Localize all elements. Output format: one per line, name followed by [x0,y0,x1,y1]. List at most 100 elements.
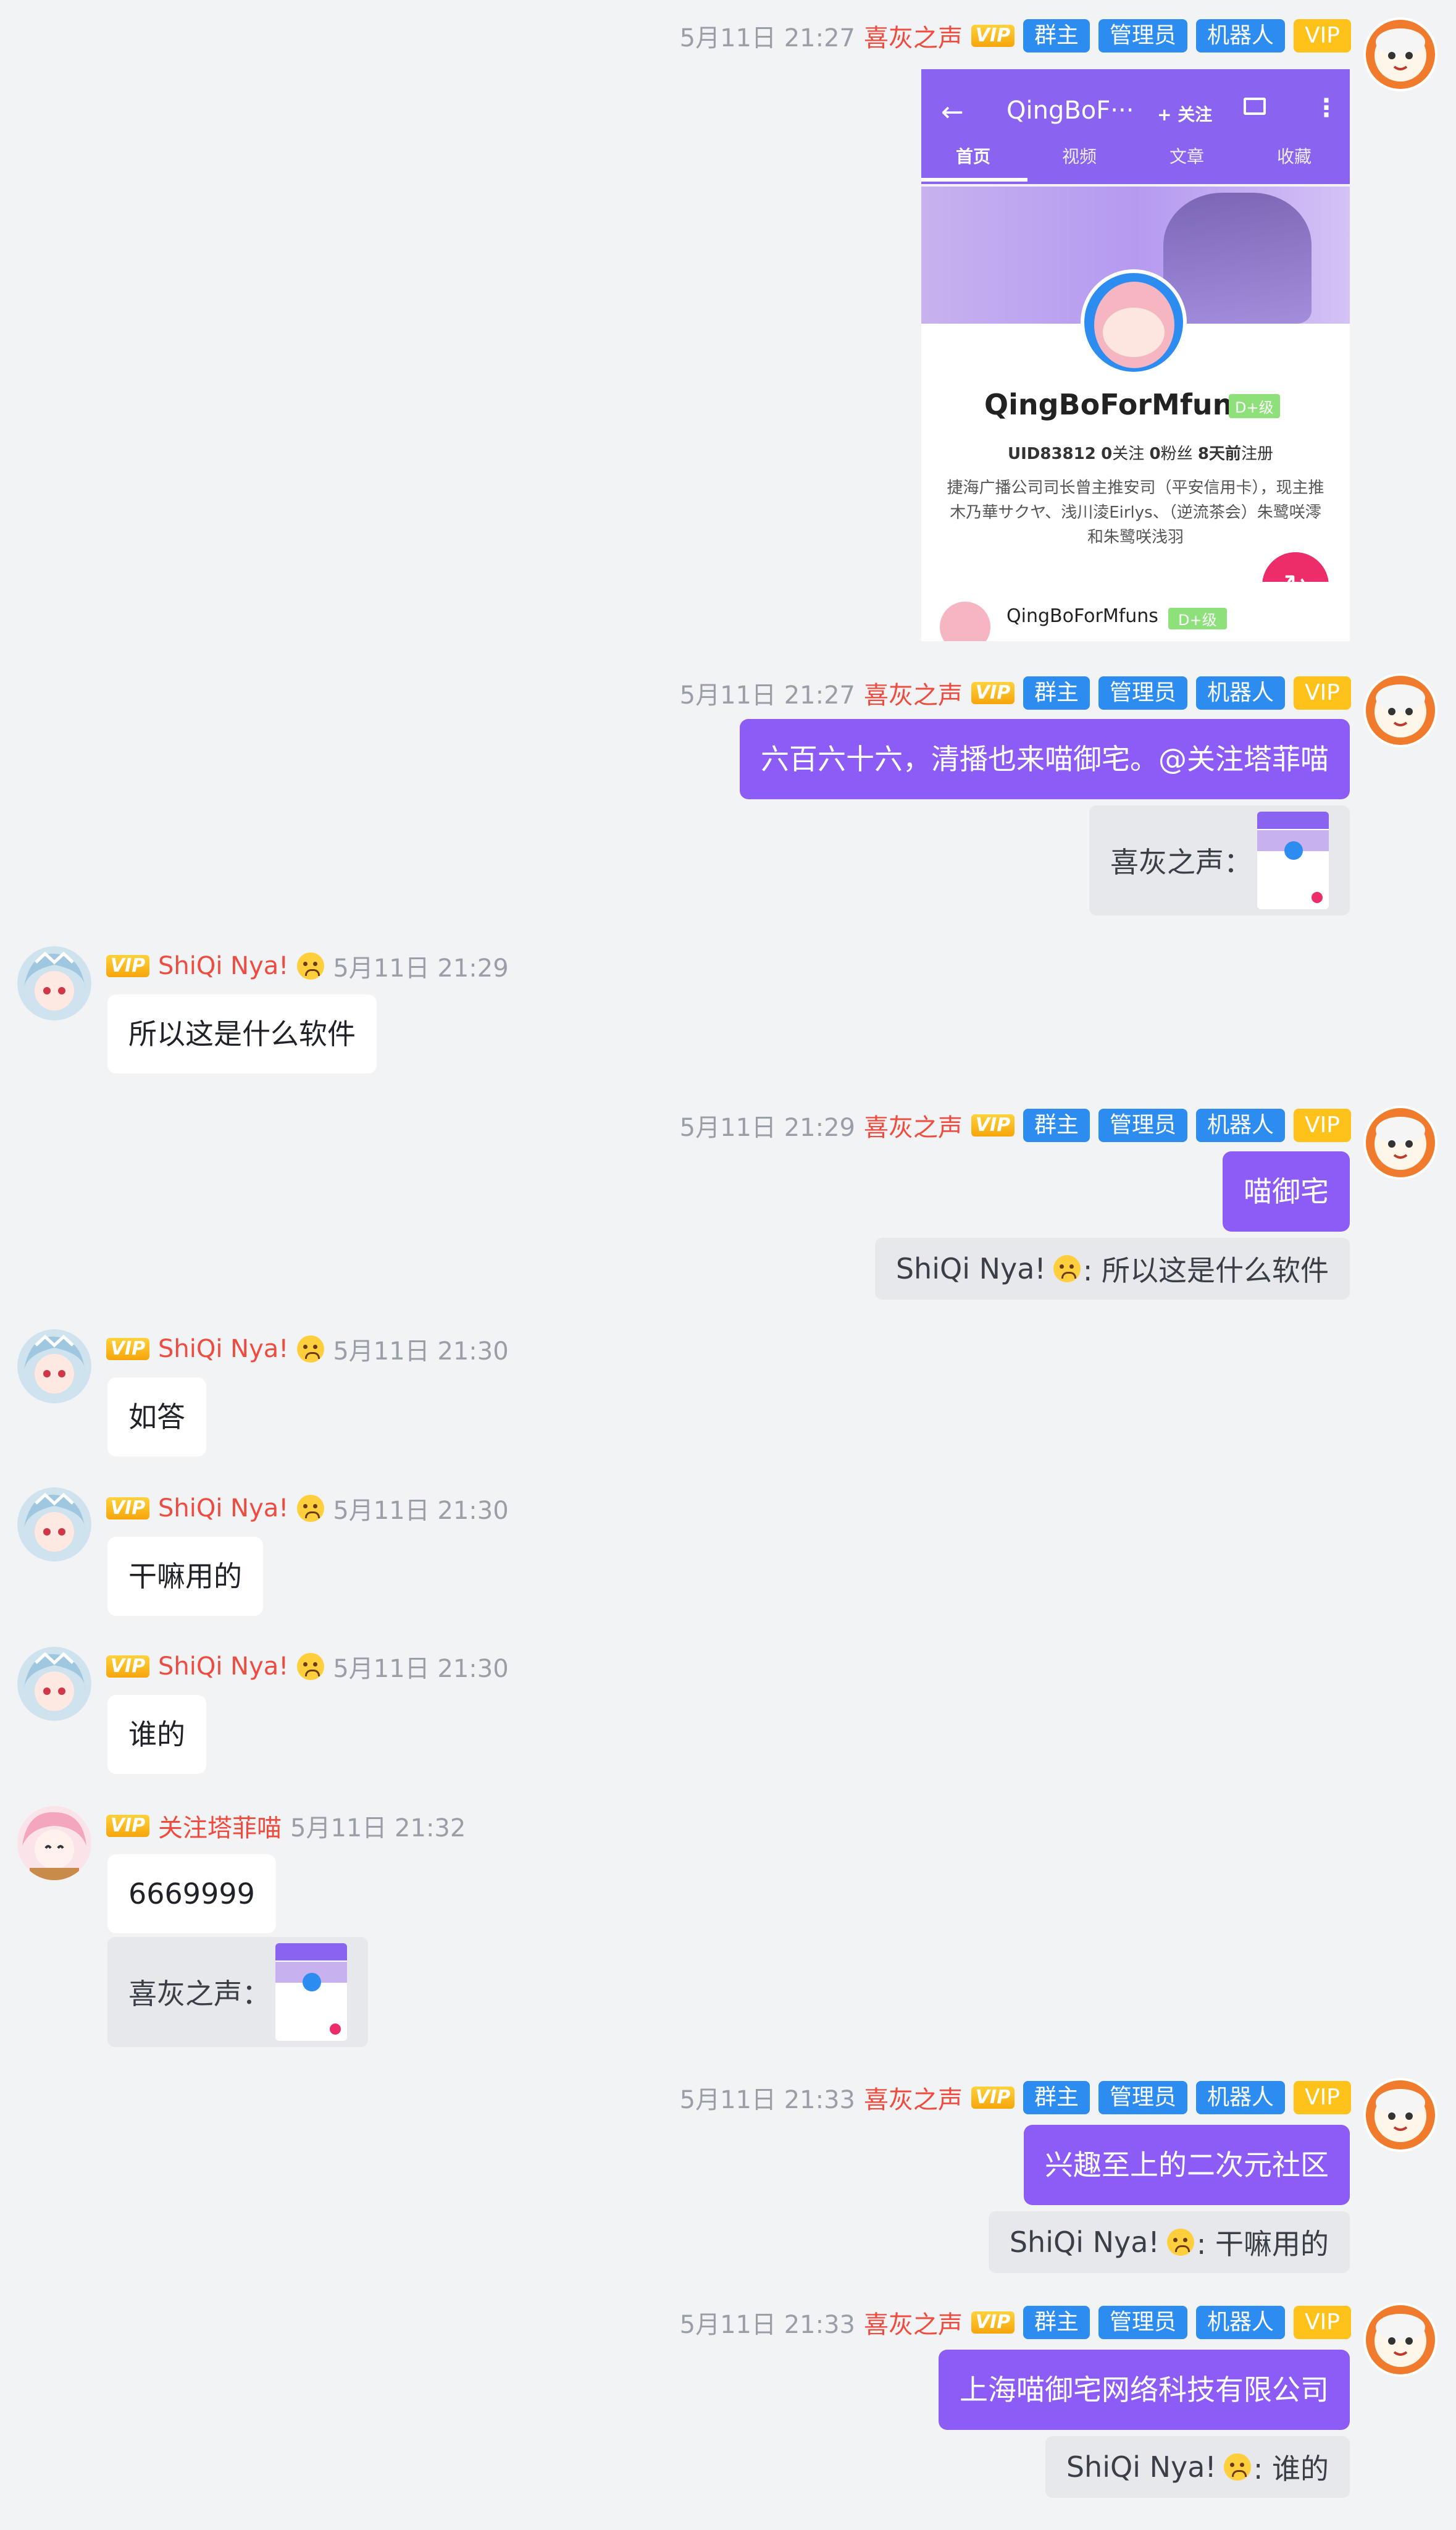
fans-label: 粉丝 [1160,445,1193,463]
message-bubble[interactable]: 所以这是什么软件 [107,994,377,1074]
message-bubble[interactable]: 兴趣至上的二次元社区 [1024,2125,1350,2205]
cat-emoji-icon [1053,1255,1081,1282]
level-badge: D+级 [1229,394,1280,418]
admin-tag: 管理员 [1098,2081,1188,2114]
profile-avatar [1081,269,1187,376]
message-time: 5月11日 21:29 [333,954,509,983]
message-meta: VIP ShiQi Nya! 5月11日 21:30 [106,1648,509,1685]
sender-name[interactable]: ShiQi Nya! [158,952,288,980]
profile-stats: UID83812 0关注 0粉丝 8天前注册 [1008,441,1273,464]
message-meta: 5月11日 21:33 喜灰之声 VIP 群主 管理员 机器人 VIP [680,2304,1351,2341]
sender-name[interactable]: 喜灰之声 [864,2080,963,2116]
message-time: 5月11日 21:32 [290,1814,466,1843]
vip-tag: VIP [1294,2081,1351,2114]
admin-tag: 管理员 [1098,2306,1188,2339]
sender-name[interactable]: 喜灰之声 [864,675,963,711]
quote-reply[interactable]: 喜灰之声： [1089,805,1350,915]
following-label: 关注 [1112,445,1145,463]
quote-sender: ShiQi Nya! [895,1252,1046,1285]
message-time: 5月11日 21:27 [679,681,855,710]
registered-days: 8天前 [1197,445,1241,463]
bot-tag: 机器人 [1196,19,1286,53]
vip-icon: VIP [971,682,1015,704]
message-meta: VIP 关注塔菲喵 5月11日 21:32 [106,1807,466,1844]
screenshot-tab: 文章 [1169,146,1205,167]
follow-button: + 关注 [1157,104,1213,125]
message-meta: 5月11日 21:29 喜灰之声 VIP 群主 管理员 机器人 VIP [680,1107,1351,1144]
avatar-xihui[interactable] [1363,673,1437,747]
quote-sender: ShiQi Nya! [1009,2225,1160,2259]
avatar-xihui[interactable] [1363,17,1437,91]
shared-screenshot[interactable]: ← QingBoF··· + 关注 ⋮ 首页 视频 文章 收藏 QingBoFo… [921,69,1350,641]
vip-icon: VIP [106,955,149,977]
quote-text: : 所以这是什么软件 [1082,1254,1329,1287]
sender-name[interactable]: ShiQi Nya! [158,1494,288,1523]
vip-icon: VIP [971,25,1015,47]
message-time: 5月11日 21:33 [679,2086,855,2114]
message-time: 5月11日 21:27 [679,24,855,53]
quote-reply[interactable]: ShiQi Nya! : 所以这是什么软件 [874,1238,1350,1300]
banner-character [1163,193,1312,324]
cat-emoji-icon [297,952,325,980]
admin-tag: 管理员 [1098,19,1188,53]
bot-tag: 机器人 [1196,1109,1286,1142]
message-time: 5月11日 21:29 [679,1114,855,1142]
avatar-xihui[interactable] [1363,2078,1437,2152]
message-meta: 5月11日 21:33 喜灰之声 VIP 群主 管理员 机器人 VIP [680,2079,1351,2116]
sender-name[interactable]: ShiQi Nya! [158,1652,288,1681]
user-card-level: D+级 [1168,608,1227,629]
sender-name[interactable]: 喜灰之声 [864,18,963,54]
quote-text: : 干嘛用的 [1196,2227,1329,2261]
sender-name[interactable]: ShiQi Nya! [158,1335,288,1363]
owner-tag: 群主 [1023,2306,1090,2339]
message-bubble[interactable]: 六百六十六，清播也来喵御宅。@关注塔菲喵 [740,719,1350,799]
owner-tag: 群主 [1023,19,1090,53]
back-arrow-icon: ← [941,96,964,128]
message-meta: 5月11日 21:27 喜灰之声 VIP 群主 管理员 机器人 VIP [680,675,1351,712]
vip-icon: VIP [971,2311,1015,2334]
avatar-shiqi[interactable] [17,1647,91,1721]
vip-tag: VIP [1294,1109,1351,1142]
tab-underline [921,178,1027,182]
vip-tag: VIP [1294,19,1351,53]
admin-tag: 管理员 [1098,1109,1188,1142]
owner-tag: 群主 [1023,676,1090,710]
message-bubble[interactable]: 6669999 [107,1854,276,1933]
avatar-shiqi[interactable] [17,1329,91,1403]
message-bubble[interactable]: 上海喵御宅网络科技有限公司 [939,2350,1350,2430]
screenshot-tab: 首页 [956,146,991,167]
message-time: 5月11日 21:33 [679,2311,855,2339]
fans-count: 0 [1149,445,1161,463]
avatar-xihui[interactable] [1363,2303,1437,2377]
user-card-name: QingBoForMfuns [1006,605,1158,627]
quote-reply[interactable]: ShiQi Nya! : 谁的 [1045,2436,1350,2498]
vip-icon: VIP [971,1114,1015,1137]
avatar-xihui[interactable] [1363,1106,1437,1180]
more-icon: ⋮ [1314,94,1339,122]
avatar-shiqi[interactable] [17,946,91,1020]
quote-reply[interactable]: ShiQi Nya! : 干嘛用的 [988,2211,1350,2273]
message-bubble[interactable]: 如答 [107,1377,206,1456]
message-bubble[interactable]: 谁的 [107,1695,206,1774]
vip-tag: VIP [1294,676,1351,710]
message-bubble[interactable]: 喵御宅 [1223,1151,1350,1232]
quote-prefix: 喜灰之声： [128,1977,270,2011]
cat-emoji-icon [1223,2453,1251,2481]
sender-name[interactable]: 喜灰之声 [864,1107,963,1143]
quote-text: : 谁的 [1253,2452,1329,2486]
vip-tag: VIP [1294,2306,1351,2339]
avatar-shiqi[interactable] [17,1487,91,1561]
quote-sender: ShiQi Nya! [1066,2450,1216,2484]
screenshot-title: QingBoF··· [1006,96,1134,125]
avatar-taffy[interactable] [17,1806,91,1880]
sender-name[interactable]: 喜灰之声 [864,2305,963,2340]
vip-icon: VIP [106,1338,149,1360]
registered-label: 注册 [1241,445,1273,463]
quote-thumbnail [1257,812,1329,909]
quote-prefix: 喜灰之声： [1110,846,1252,879]
quote-reply[interactable]: 喜灰之声： [107,1937,368,2047]
message-bubble[interactable]: 干嘛用的 [107,1537,263,1616]
owner-tag: 群主 [1023,1109,1090,1142]
sender-name[interactable]: 关注塔菲喵 [158,1808,282,1844]
message-meta: VIP ShiQi Nya! 5月11日 21:29 [106,948,509,985]
